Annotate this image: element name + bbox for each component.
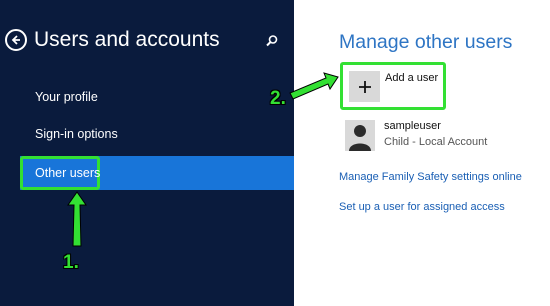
annotation-arrows bbox=[67, 72, 339, 247]
step-2-label: 2. bbox=[270, 88, 286, 109]
step-1-label: 1. bbox=[63, 252, 79, 273]
arrow-step2 bbox=[289, 72, 339, 100]
arrow-step1 bbox=[67, 191, 87, 247]
